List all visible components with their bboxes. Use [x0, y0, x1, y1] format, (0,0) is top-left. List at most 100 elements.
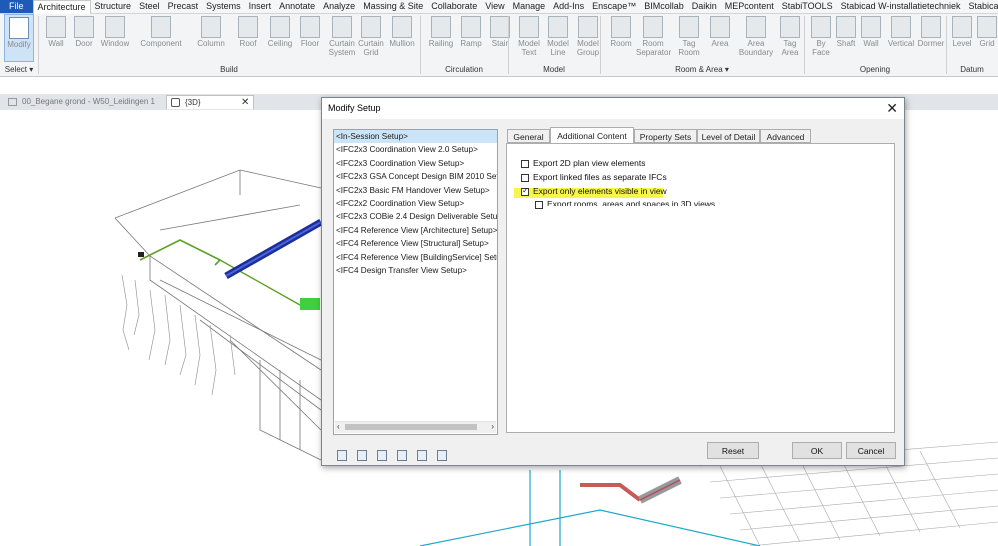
- ribbon-tool-door[interactable]: Door: [72, 14, 96, 62]
- setup-list-item[interactable]: <IFC4 Reference View [BuildingService] S…: [334, 251, 497, 264]
- ribbon-tool-stair[interactable]: Stair: [487, 14, 513, 62]
- setup-list-item[interactable]: <IFC4 Reference View [Structural] Setup>: [334, 237, 497, 250]
- menu-tab-stabica[interactable]: Stabica: [965, 0, 998, 13]
- menu-tab-enscape-[interactable]: Enscape™: [588, 0, 640, 13]
- menu-tab-daikin[interactable]: Daikin: [688, 0, 721, 13]
- delete-setup-icon[interactable]: [397, 450, 407, 461]
- menu-tab-add-ins[interactable]: Add-Ins: [549, 0, 588, 13]
- ribbon-tool-model-group[interactable]: Model Group: [574, 14, 602, 62]
- ribbon-tool-curtain-system[interactable]: Curtain System: [327, 14, 357, 62]
- close-view-icon[interactable]: ✕: [241, 96, 249, 110]
- ribbon-tool-label: Room Separator: [636, 39, 672, 57]
- ribbon-tool-by-face[interactable]: By Face: [810, 14, 832, 62]
- ribbon: Modify Wall Door Window Component Column Roof C…: [0, 14, 998, 77]
- menu-tab-systems[interactable]: Systems: [202, 0, 245, 13]
- ribbon-tool-area-boundary[interactable]: Area Boundary: [737, 14, 775, 62]
- menu-tab-manage[interactable]: Manage: [509, 0, 550, 13]
- tab-advanced[interactable]: Advanced: [760, 129, 811, 143]
- ribbon-tool-ramp[interactable]: Ramp: [458, 14, 484, 62]
- setup-list-item[interactable]: <IFC2x3 Basic FM Handover View Setup>: [334, 184, 497, 197]
- ribbon-tool-model-text[interactable]: Model Text: [516, 14, 542, 62]
- setup-list-item[interactable]: <IFC2x3 GSA Concept Design BIM 2010 Setu…: [334, 170, 497, 183]
- setup-list-item[interactable]: <IFC2x2 Coordination View Setup>: [334, 197, 497, 210]
- duplicate-setup-icon[interactable]: [357, 450, 367, 461]
- scroll-right-icon[interactable]: ›: [491, 422, 494, 431]
- vertical-icon: [891, 16, 911, 38]
- ribbon-tool-mullion[interactable]: Mullion: [387, 14, 417, 62]
- menu-tab-analyze[interactable]: Analyze: [319, 0, 359, 13]
- ribbon-tool-tag-room[interactable]: Tag Room: [675, 14, 703, 62]
- ribbon-tool-roof[interactable]: Roof: [235, 14, 261, 62]
- menu-tab-insert[interactable]: Insert: [245, 0, 276, 13]
- ribbon-tool-tag-area[interactable]: Tag Area: [777, 14, 803, 62]
- export-setup-icon[interactable]: [437, 450, 447, 461]
- menu-tab-collaborate[interactable]: Collaborate: [427, 0, 481, 13]
- menu-tab-stabitools[interactable]: StabiTOOLS: [778, 0, 837, 13]
- ribbon-tool-ceiling[interactable]: Ceiling: [265, 14, 295, 62]
- menu-tab-stabicad-w-installatietechniek[interactable]: Stabicad W-installatietechniek: [837, 0, 965, 13]
- view-tab-3d[interactable]: {3D} ✕: [166, 95, 254, 109]
- ribbon-tool-wall[interactable]: Wall: [42, 14, 70, 62]
- reset-button[interactable]: Reset: [707, 442, 759, 459]
- cancel-button[interactable]: Cancel: [846, 442, 896, 459]
- ribbon-tool-room[interactable]: Room: [608, 14, 634, 62]
- ribbon-tool-curtain-grid[interactable]: Curtain Grid: [357, 14, 385, 62]
- tab-general[interactable]: General: [507, 129, 550, 143]
- ribbon-tool-dormer[interactable]: Dormer: [915, 14, 947, 62]
- ribbon-tool-vertical[interactable]: Vertical: [886, 14, 916, 62]
- setup-list-item[interactable]: <IFC2x3 COBie 2.4 Design Deliverable Set…: [334, 210, 497, 223]
- ribbon-tool-column[interactable]: Column: [193, 14, 229, 62]
- ribbon-tool-grid[interactable]: Grid: [975, 14, 998, 62]
- tab-additional-content[interactable]: Additional Content: [550, 127, 634, 144]
- ribbon-tool-window[interactable]: Window: [98, 14, 132, 62]
- ribbon-group-label[interactable]: Select ▾: [0, 64, 38, 76]
- railing-icon: [431, 16, 451, 38]
- ribbon-tool-shaft[interactable]: Shaft: [834, 14, 858, 62]
- ribbon-tool-component[interactable]: Component: [136, 14, 186, 62]
- ribbon-tool-area[interactable]: Area: [707, 14, 733, 62]
- setup-list-item[interactable]: <IFC4 Design Transfer View Setup>: [334, 264, 497, 277]
- setup-list-item[interactable]: <IFC2x3 Coordination View Setup>: [334, 157, 497, 170]
- menu-tab-structure[interactable]: Structure: [91, 0, 136, 13]
- menu-tab-steel[interactable]: Steel: [135, 0, 164, 13]
- horizontal-scrollbar[interactable]: ‹ ›: [335, 421, 496, 433]
- export-rooms-checkbox[interactable]: [535, 201, 543, 209]
- scroll-left-icon[interactable]: ‹: [337, 422, 340, 431]
- ok-button[interactable]: OK: [792, 442, 842, 459]
- ribbon-tool-model-line[interactable]: Model Line: [544, 14, 572, 62]
- tab-property-sets[interactable]: Property Sets: [634, 129, 697, 143]
- ribbon-tool-floor[interactable]: Floor: [297, 14, 323, 62]
- export-linked-files-checkbox[interactable]: [521, 174, 529, 182]
- view-tab-floor-plan[interactable]: 00_Begane grond - W50_Leidingen 1: [4, 95, 164, 109]
- menu-tab-annotate[interactable]: Annotate: [275, 0, 319, 13]
- setup-list-item[interactable]: <IFC4 Reference View [Architecture] Setu…: [334, 224, 497, 237]
- rename-setup-icon[interactable]: [377, 450, 387, 461]
- menu-tab-view[interactable]: View: [481, 0, 508, 13]
- menu-tab-file[interactable]: File: [0, 0, 33, 13]
- export-2d-plan-checkbox[interactable]: [521, 160, 529, 168]
- export-visible-only-checkbox[interactable]: [521, 186, 529, 196]
- setup-list-item[interactable]: <In-Session Setup>: [334, 130, 497, 144]
- 3d-view-icon: [171, 98, 180, 107]
- import-setup-icon[interactable]: [417, 450, 427, 461]
- mullion-icon: [392, 16, 412, 38]
- new-setup-icon[interactable]: [337, 450, 347, 461]
- menu-tab-architecture[interactable]: Architecture: [32, 0, 91, 14]
- close-icon[interactable]: ✕: [886, 100, 898, 117]
- menu-tab-bimcollab[interactable]: BIMcollab: [640, 0, 688, 13]
- ribbon-group-label[interactable]: Room & Area ▾: [600, 64, 804, 76]
- setup-list[interactable]: <In-Session Setup> <IFC2x3 Coordination V…: [333, 129, 498, 435]
- tab-level-of-detail[interactable]: Level of Detail: [697, 129, 760, 143]
- ribbon-tool-wall[interactable]: Wall: [859, 14, 883, 62]
- ribbon-tool-modify[interactable]: Modify: [4, 14, 34, 62]
- ribbon-tool-level[interactable]: Level: [950, 14, 974, 62]
- dialog-title-bar[interactable]: Modify Setup ✕: [322, 98, 904, 119]
- ribbon-separator: [946, 16, 947, 74]
- ribbon-tool-room-separator[interactable]: Room Separator: [636, 14, 672, 62]
- menu-tab-massing-site[interactable]: Massing & Site: [359, 0, 427, 13]
- menu-tab-mepcontent[interactable]: MEPcontent: [721, 0, 778, 13]
- scrollbar-thumb[interactable]: [345, 424, 477, 430]
- setup-list-item[interactable]: <IFC2x3 Coordination View 2.0 Setup>: [334, 143, 497, 156]
- menu-tab-precast[interactable]: Precast: [164, 0, 203, 13]
- ribbon-tool-railing[interactable]: Railing: [427, 14, 455, 62]
